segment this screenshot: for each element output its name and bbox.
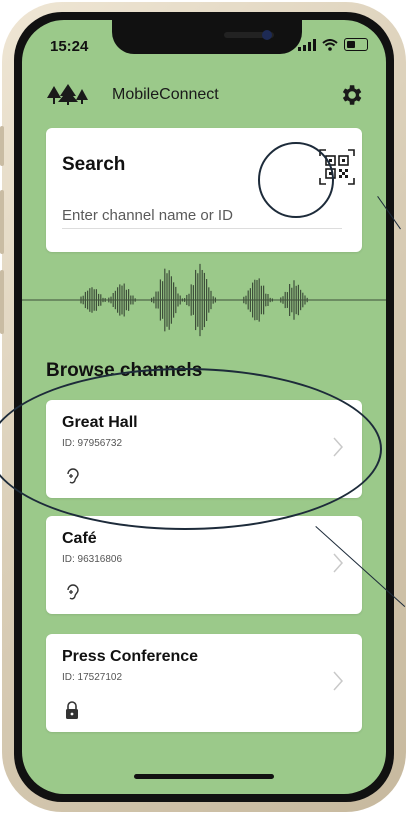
channel-id: ID: 17527102 xyxy=(62,672,123,683)
audio-waveform xyxy=(22,263,386,337)
status-time: 15:24 xyxy=(50,38,89,55)
lock-icon xyxy=(66,701,78,719)
channel-id: ID: 96316806 xyxy=(62,554,123,565)
channel-highlight-ellipse xyxy=(0,368,382,530)
chevron-right-icon xyxy=(333,553,344,573)
channel-card[interactable]: Press Conference ID: 17527102 xyxy=(46,634,362,732)
qr-highlight-circle xyxy=(258,142,334,218)
signal-icon xyxy=(298,38,316,51)
hearing-icon xyxy=(67,584,79,600)
gear-icon[interactable] xyxy=(338,82,364,108)
search-title: Search xyxy=(62,154,126,175)
battery-icon xyxy=(344,38,368,51)
chevron-right-icon xyxy=(333,671,344,691)
app-title: MobileConnect xyxy=(112,86,219,103)
channel-name: Café xyxy=(62,530,97,547)
status-icons xyxy=(298,38,368,51)
side-button xyxy=(0,270,4,334)
side-button xyxy=(0,126,4,166)
home-indicator xyxy=(134,774,274,779)
channel-name: Press Conference xyxy=(62,648,199,665)
side-button xyxy=(0,190,4,254)
channel-card[interactable]: Café ID: 96316806 xyxy=(46,516,362,614)
camera-icon xyxy=(262,30,272,40)
trees-icon xyxy=(47,84,88,105)
wifi-icon xyxy=(322,38,338,51)
notch xyxy=(112,20,302,54)
app-header: MobileConnect xyxy=(22,76,386,116)
